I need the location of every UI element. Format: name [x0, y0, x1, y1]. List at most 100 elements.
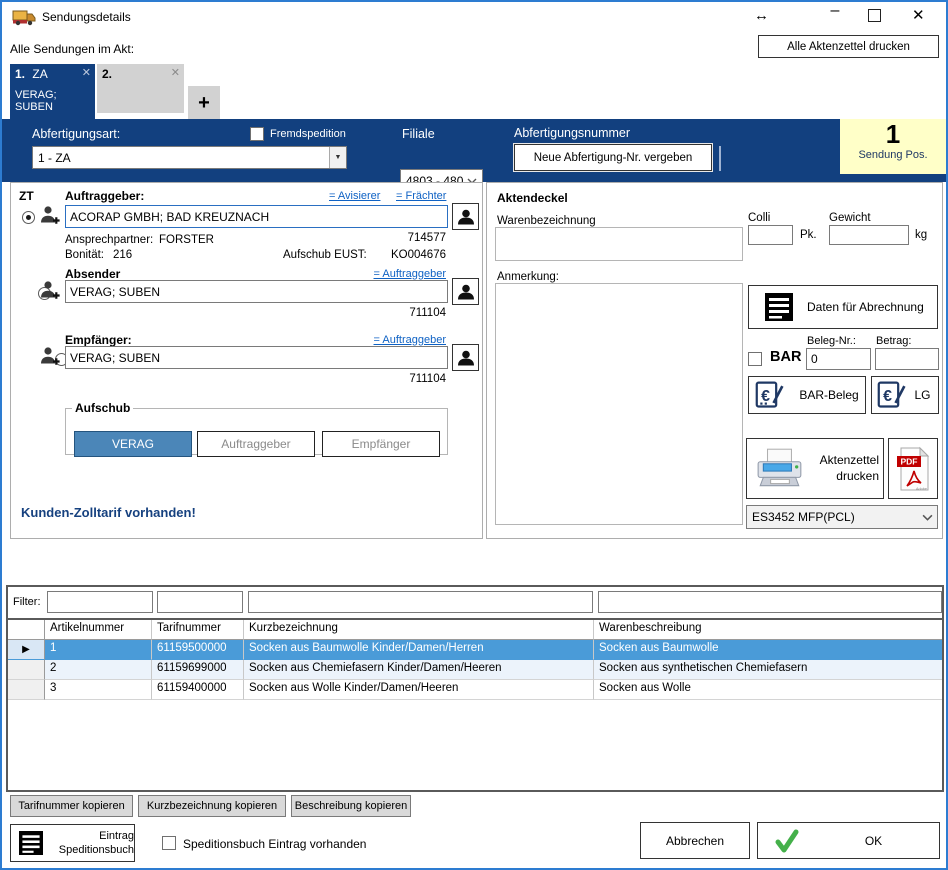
row-selector-cell[interactable]: ▶ [8, 640, 45, 660]
tarifnummer-kopieren-button[interactable]: Tarifnummer kopieren [10, 795, 133, 817]
maximize-button[interactable] [868, 9, 881, 22]
tab-shipment-1[interactable]: ✕ 1. ZA VERAG; SUBEN [10, 64, 95, 120]
cell-warenbeschreibung[interactable]: Socken aus synthetischen Chemiefasern [594, 660, 942, 680]
table-row[interactable]: 3 61159400000 Socken aus Wolle Kinder/Da… [8, 680, 942, 700]
printer-select[interactable]: ES3452 MFP(PCL) [746, 505, 938, 529]
empfaenger-contact-button[interactable] [452, 344, 479, 371]
warenbezeichnung-label: Warenbezeichnung [497, 215, 596, 227]
cell-warenbeschreibung[interactable]: Socken aus Baumwolle [594, 640, 942, 660]
list-icon [765, 293, 793, 321]
truck-icon [12, 8, 36, 29]
cell-kurzbezeichnung[interactable]: Socken aus Baumwolle Kinder/Damen/Herren [244, 640, 594, 660]
cell-artikelnummer[interactable]: 1 [45, 640, 152, 660]
filter-kurzbezeichnung-input[interactable] [248, 591, 593, 613]
aktenzettel-drucken-button[interactable]: Aktenzettel drucken [746, 438, 884, 499]
kg-label: kg [915, 229, 927, 241]
column-header-warenbeschreibung[interactable]: Warenbeschreibung [594, 620, 942, 640]
absender-auftraggeber-link[interactable]: = Auftraggeber [374, 268, 446, 280]
absender-contact-button[interactable] [452, 278, 479, 305]
cell-kurzbezeichnung[interactable]: Socken aus Wolle Kinder/Damen/Heeren [244, 680, 594, 700]
colli-input[interactable] [748, 225, 793, 245]
aufschub-empfaenger-button[interactable]: Empfänger [322, 431, 440, 457]
cell-kurzbezeichnung[interactable]: Socken aus Chemiefasern Kinder/Damen/Hee… [244, 660, 594, 680]
fremdspedition-checkbox[interactable] [250, 127, 264, 141]
auftraggeber-radio[interactable] [22, 211, 35, 224]
parties-panel: ZT Auftraggeber: = Avisierer = Frächter … [10, 182, 483, 539]
tab-shipment-2[interactable]: ✕ 2. [97, 64, 184, 113]
filter-tarifnummer-input[interactable] [157, 591, 243, 613]
filter-row: Filter: [8, 587, 942, 618]
row-current-arrow-icon: ▶ [22, 644, 30, 655]
betrag-input[interactable] [875, 348, 939, 370]
cell-artikelnummer[interactable]: 2 [45, 660, 152, 680]
absender-input[interactable] [65, 280, 448, 303]
anmerkung-label: Anmerkung: [497, 271, 559, 283]
articles-grid-block: Filter: Artikelnummer Tarifnummer Kurzbe… [6, 585, 944, 792]
dropdown-arrow-icon[interactable]: ▼ [329, 147, 346, 168]
warenbezeichnung-textarea[interactable] [495, 227, 743, 261]
absender-number: 711104 [409, 307, 446, 319]
daten-fuer-abrechnung-button[interactable]: Daten für Abrechnung [748, 285, 938, 329]
filter-artikelnummer-input[interactable] [47, 591, 153, 613]
cell-warenbeschreibung[interactable]: Socken aus Wolle [594, 680, 942, 700]
dispatch-bar: Abfertigungsart: 1 - ZA ▼ Fremdspedition… [2, 119, 946, 182]
cell-artikelnummer[interactable]: 3 [45, 680, 152, 700]
aufschub-eust-value: KO004676 [391, 249, 446, 261]
ok-button[interactable]: OK [757, 822, 940, 859]
cell-tarifnummer[interactable]: 61159400000 [152, 680, 244, 700]
minimize-button[interactable]: – [820, 2, 850, 28]
gewicht-input[interactable] [829, 225, 909, 245]
abbrechen-button[interactable]: Abbrechen [640, 822, 750, 859]
beschreibung-kopieren-button[interactable]: Beschreibung kopieren [291, 795, 411, 817]
tab2-close-icon[interactable]: ✕ [171, 66, 180, 79]
person-add-icon-absender[interactable] [39, 279, 61, 304]
fremdspedition-label: Fremdspedition [270, 128, 346, 140]
abfertigungsart-select[interactable]: 1 - ZA ▼ [32, 146, 347, 169]
akt-label: Alle Sendungen im Akt: [10, 42, 134, 56]
auftraggeber-input[interactable] [65, 205, 448, 228]
bar-beleg-button[interactable]: € BAR-Beleg [748, 376, 866, 414]
printer-icon [755, 447, 805, 491]
row-selector-cell[interactable] [8, 680, 45, 700]
alle-aktenzettel-drucken-button[interactable]: Alle Aktenzettel drucken [758, 35, 939, 58]
chevron-down-icon[interactable] [921, 514, 933, 521]
bonitaet-value: 216 [113, 249, 132, 261]
add-shipment-button[interactable]: + [188, 86, 220, 120]
column-header-artikelnummer[interactable]: Artikelnummer [45, 620, 152, 640]
person-add-icon-auftraggeber[interactable] [39, 204, 61, 229]
beleg-nr-input[interactable] [806, 348, 871, 370]
close-button[interactable]: ✕ [912, 6, 925, 24]
column-header-kurzbezeichnung[interactable]: Kurzbezeichnung [244, 620, 594, 640]
abfertigungsart-label: Abfertigungsart: [32, 127, 120, 141]
filter-warenbeschreibung-input[interactable] [598, 591, 942, 613]
aufschub-auftraggeber-button[interactable]: Auftraggeber [197, 431, 315, 457]
neue-abfertigung-nr-button[interactable]: Neue Abfertigung-Nr. vergeben [514, 144, 712, 171]
eintrag-speditionsbuch-button[interactable]: Eintrag Speditionsbuch [10, 824, 135, 862]
aktenzettel-line2: drucken [836, 469, 879, 483]
empfaenger-input[interactable] [65, 346, 448, 369]
fraechter-link[interactable]: = Frächter [396, 190, 446, 202]
grid-corner-cell[interactable] [8, 620, 45, 640]
cell-tarifnummer[interactable]: 61159699000 [152, 660, 244, 680]
sendungsdetails-window: Sendungsdetails ↔ – ✕ Alle Sendungen im … [0, 0, 948, 870]
pk-label: Pk. [800, 229, 817, 241]
column-header-tarifnummer[interactable]: Tarifnummer [152, 620, 244, 640]
bar-checkbox[interactable] [748, 352, 762, 366]
aufschub-verag-button[interactable]: VERAG [74, 431, 192, 457]
resize-horizontal-icon[interactable]: ↔ [754, 7, 769, 24]
speditionsbuch-checkbox[interactable] [162, 836, 176, 850]
table-row[interactable]: 2 61159699000 Socken aus Chemiefasern Ki… [8, 660, 942, 680]
kurzbezeichnung-kopieren-button[interactable]: Kurzbezeichnung kopieren [138, 795, 286, 817]
lg-button[interactable]: € LG [871, 376, 939, 414]
table-row[interactable]: ▶ 1 61159500000 Socken aus Baumwolle Kin… [8, 640, 942, 660]
person-add-icon-empfaenger[interactable] [39, 345, 61, 370]
empfaenger-auftraggeber-link[interactable]: = Auftraggeber [374, 334, 446, 346]
auftraggeber-contact-button[interactable] [452, 203, 479, 230]
anmerkung-textarea[interactable] [495, 283, 743, 525]
pdf-button[interactable]: PDF Adobe [888, 438, 938, 499]
empfaenger-number: 711104 [409, 373, 446, 385]
avisierer-link[interactable]: = Avisierer [329, 190, 380, 202]
tab1-close-icon[interactable]: ✕ [82, 66, 91, 79]
row-selector-cell[interactable] [8, 660, 45, 680]
cell-tarifnummer[interactable]: 61159500000 [152, 640, 244, 660]
